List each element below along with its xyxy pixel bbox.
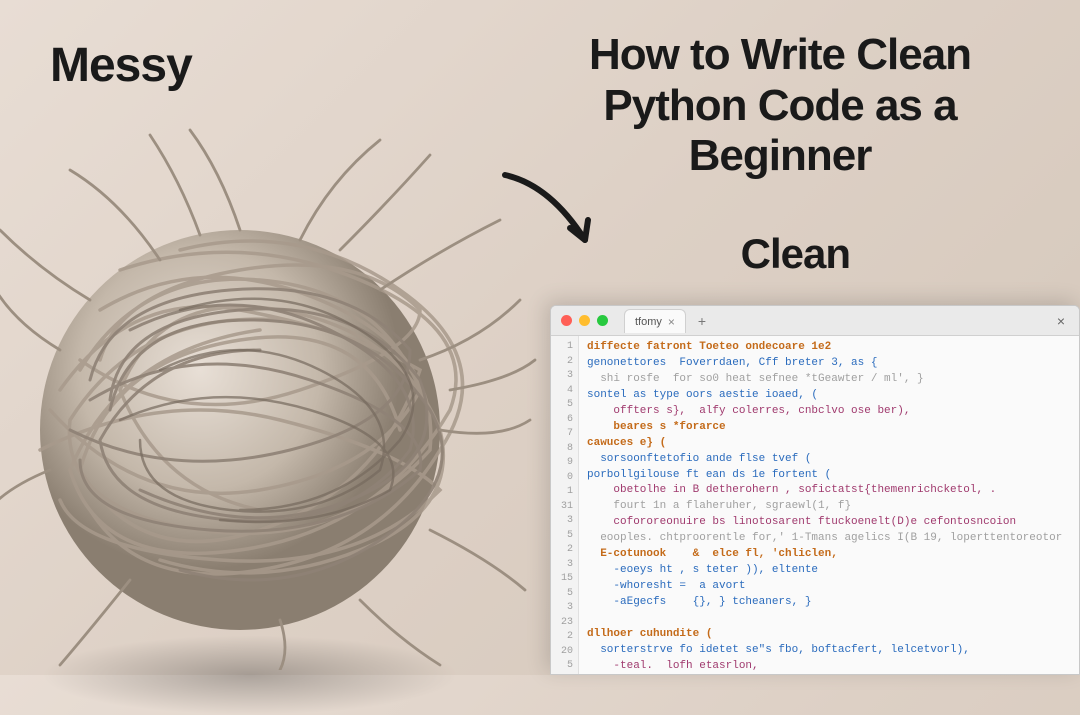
clean-label: Clean [741, 230, 850, 278]
close-dot[interactable] [561, 315, 572, 326]
tab-close-icon[interactable]: × [668, 315, 675, 329]
window-close-icon[interactable]: × [1053, 313, 1069, 329]
editor-body: 123456789013135231553232205 diffecte fat… [551, 336, 1079, 674]
page-headline: How to Write Clean Python Code as a Begi… [530, 30, 1030, 182]
code-content[interactable]: diffecte fatront Toeteo ondecoare 1e2 ge… [579, 336, 1079, 674]
tab-title: tfomy [635, 316, 662, 328]
minimize-dot[interactable] [579, 315, 590, 326]
new-tab-icon[interactable]: + [698, 313, 706, 329]
line-number-gutter: 123456789013135231553232205 [551, 336, 579, 674]
window-titlebar: tfomy × + × [551, 306, 1079, 336]
traffic-lights [561, 315, 608, 326]
editor-tab[interactable]: tfomy × [624, 309, 686, 333]
code-editor-window: tfomy × + × 123456789013135231553232205 … [550, 305, 1080, 675]
messy-label: Messy [50, 38, 192, 93]
maximize-dot[interactable] [597, 315, 608, 326]
tangled-ball-illustration [0, 110, 540, 670]
